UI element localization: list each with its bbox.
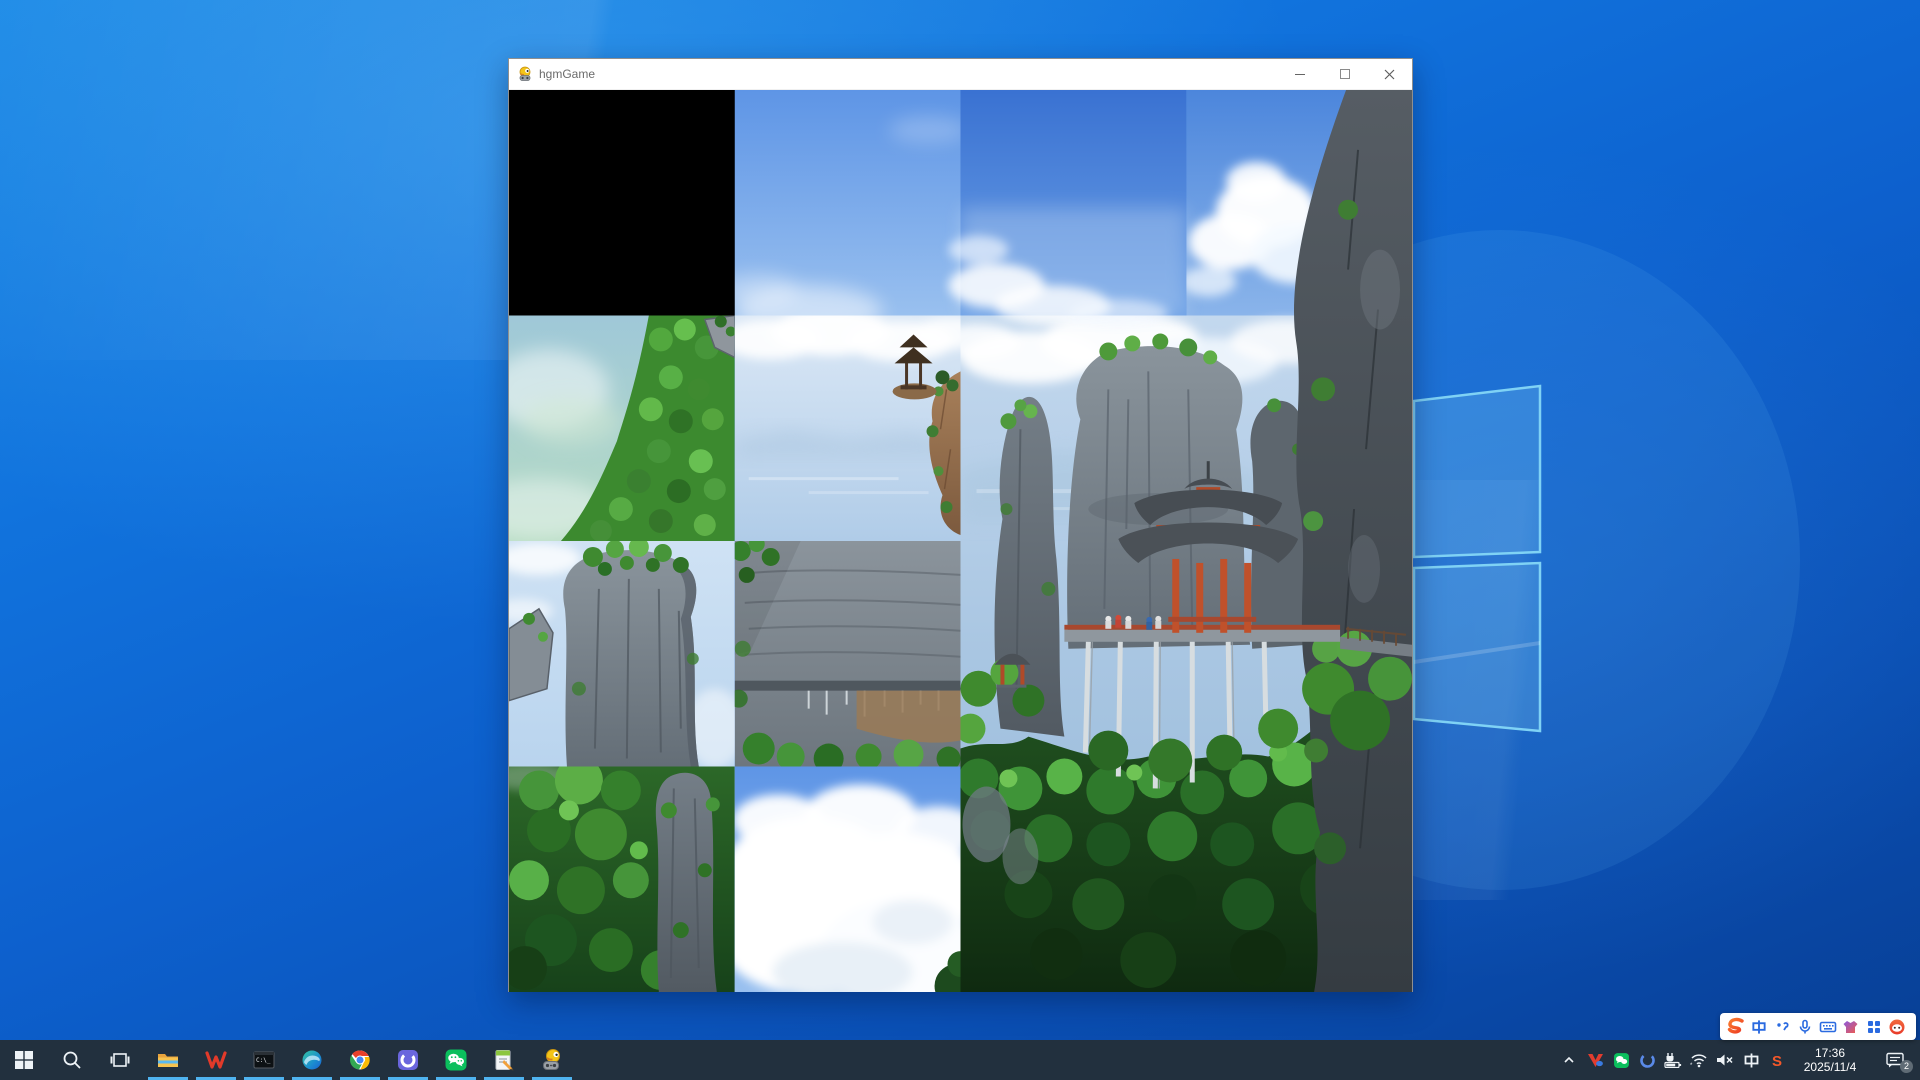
ime-voice[interactable] <box>1793 1015 1816 1038</box>
turtle-gamepad-icon <box>540 1048 564 1072</box>
taskbar-wps-office[interactable] <box>192 1040 240 1080</box>
wechat-mini-icon <box>1613 1052 1630 1069</box>
tray-volume[interactable] <box>1712 1040 1738 1080</box>
volume-muted-icon <box>1716 1052 1734 1068</box>
puzzle-board <box>509 90 1412 992</box>
notepad-pencil-icon <box>492 1048 516 1072</box>
ime-toolbox[interactable] <box>1862 1015 1885 1038</box>
minimize-button[interactable] <box>1277 59 1322 89</box>
taskbar-wechat[interactable] <box>432 1040 480 1080</box>
puzzle-tile-r0c3[interactable] <box>1186 90 1412 316</box>
puzzle-tile-r2c1[interactable] <box>735 541 961 767</box>
puzzle-tile-r2c0[interactable] <box>509 541 735 767</box>
puzzle-tile-r0c0-empty <box>509 90 735 316</box>
puzzle-tile-grid <box>509 90 1412 992</box>
puzzle-tile-r0c2[interactable] <box>961 90 1187 316</box>
chinese-mode-icon <box>1751 1019 1767 1035</box>
tray-chevron-up[interactable] <box>1556 1040 1582 1080</box>
microphone-icon <box>1797 1019 1813 1035</box>
taskbar-chrome[interactable] <box>336 1040 384 1080</box>
notification-badge: 2 <box>1900 1060 1913 1073</box>
start-button[interactable] <box>0 1040 48 1080</box>
clock-date: 2025/11/4 <box>1794 1060 1866 1074</box>
taskbar-command-prompt[interactable]: C:\_ <box>240 1040 288 1080</box>
ime-punctuation[interactable] <box>1770 1015 1793 1038</box>
tray-power[interactable] <box>1660 1040 1686 1080</box>
action-center-button[interactable]: 2 <box>1870 1040 1920 1080</box>
tray-network[interactable]: * <box>1686 1040 1712 1080</box>
titlebar[interactable]: hgmGame <box>509 59 1412 90</box>
puzzle-tile-r1c2[interactable] <box>961 316 1187 542</box>
puzzle-tile-r2c3[interactable] <box>1186 541 1412 767</box>
taskbar-text-editor[interactable] <box>480 1040 528 1080</box>
maximize-button[interactable] <box>1322 59 1367 89</box>
skin-icon <box>1842 1019 1859 1035</box>
taskbar: C:\_ <box>0 1040 1920 1080</box>
window-title: hgmGame <box>539 67 1277 81</box>
puzzle-tile-r1c3[interactable] <box>1186 316 1412 542</box>
wifi-icon: * <box>1690 1052 1708 1068</box>
clock-time: 17:36 <box>1794 1046 1866 1060</box>
puzzle-tile-r0c1[interactable] <box>735 90 961 316</box>
terminal-icon: C:\_ <box>252 1048 276 1072</box>
ime-toolbar <box>1720 1013 1916 1040</box>
blue-ring-icon <box>1639 1052 1656 1069</box>
puzzle-tile-r2c2[interactable] <box>961 541 1187 767</box>
windows-logo-icon <box>15 1051 33 1069</box>
red-v-icon <box>1587 1052 1604 1069</box>
taskbar-file-explorer[interactable] <box>144 1040 192 1080</box>
ime-ai-assistant[interactable] <box>1885 1015 1908 1038</box>
task-view-icon <box>110 1050 130 1070</box>
taskbar-edge[interactable] <box>288 1040 336 1080</box>
taskbar-hgm-game[interactable] <box>528 1040 576 1080</box>
puzzle-tile-r3c3[interactable] <box>1186 767 1412 993</box>
svg-text:S: S <box>1772 1053 1782 1069</box>
tray-red-v[interactable] <box>1582 1040 1608 1080</box>
punctuation-icon <box>1774 1019 1790 1035</box>
puzzle-tile-r1c0[interactable] <box>509 316 735 542</box>
taskbar-browser-c[interactable] <box>384 1040 432 1080</box>
close-button[interactable] <box>1367 59 1412 89</box>
puzzle-tile-r3c1[interactable] <box>735 767 961 993</box>
puzzle-tile-r3c0[interactable] <box>509 767 735 993</box>
ime-chinese-icon <box>1743 1052 1760 1069</box>
ime-chinese-mode[interactable] <box>1747 1015 1770 1038</box>
blue-ring-icon <box>396 1048 420 1072</box>
sogou-s-icon: S <box>1769 1052 1786 1069</box>
puzzle-tile-r1c1[interactable] <box>735 316 961 542</box>
ime-skin[interactable] <box>1839 1015 1862 1038</box>
search-button[interactable] <box>48 1040 96 1080</box>
tray-ime-mode[interactable] <box>1738 1040 1764 1080</box>
svg-text:*: * <box>1690 1063 1693 1068</box>
ime-keyboard[interactable] <box>1816 1015 1839 1038</box>
tray-browser-c[interactable] <box>1634 1040 1660 1080</box>
edge-swirl-icon <box>300 1048 324 1072</box>
tray-sogou[interactable]: S <box>1764 1040 1790 1080</box>
game-window: hgmGame <box>508 58 1413 992</box>
app-icon <box>517 66 533 82</box>
ai-face-icon <box>1888 1018 1906 1036</box>
chrome-icon <box>348 1048 372 1072</box>
chat-bubbles-icon <box>444 1048 468 1072</box>
magnifier-icon <box>62 1050 82 1070</box>
puzzle-tile-r3c2[interactable] <box>961 767 1187 993</box>
svg-text:C:\_: C:\_ <box>256 1057 271 1064</box>
tray-wechat[interactable] <box>1608 1040 1634 1080</box>
sogou-logo-icon <box>1726 1017 1746 1037</box>
task-view-button[interactable] <box>96 1040 144 1080</box>
keyboard-icon <box>1819 1019 1837 1035</box>
taskbar-clock[interactable]: 17:36 2025/11/4 <box>1790 1046 1870 1074</box>
folder-icon <box>156 1048 180 1072</box>
battery-plug-icon <box>1664 1052 1683 1068</box>
ime-sogou-logo[interactable] <box>1724 1015 1747 1038</box>
chevron-up-icon <box>1562 1053 1576 1067</box>
toolbox-grid-icon <box>1866 1019 1882 1035</box>
system-tray: * S 17:36 2025/11/4 <box>1556 1040 1920 1080</box>
wps-w-icon <box>204 1048 228 1072</box>
